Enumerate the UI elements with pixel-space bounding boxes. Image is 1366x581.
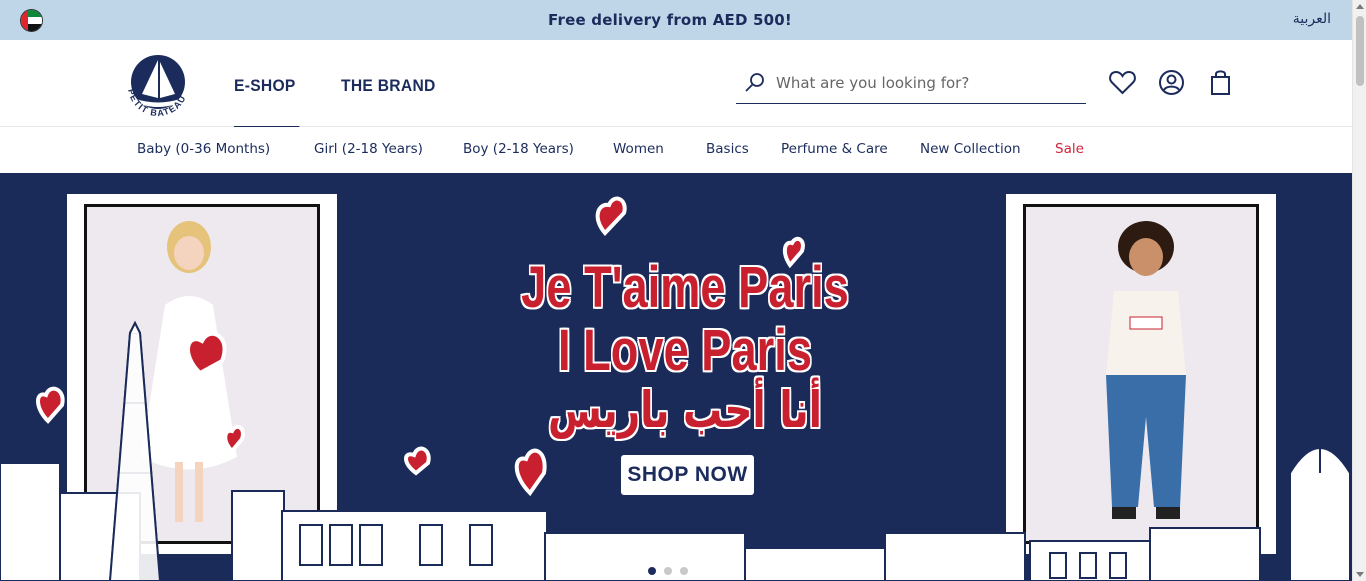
heart-icon[interactable] (1108, 68, 1137, 97)
user-icon[interactable] (1157, 68, 1186, 97)
nav-the-brand[interactable]: THE BRAND (341, 76, 436, 96)
nav-eshop[interactable]: E-SHOP (234, 76, 300, 128)
carousel-dot-2[interactable] (664, 567, 672, 575)
hero-banner[interactable]: Je T'aime Paris I Love Paris أنا أحب بار… (0, 173, 1352, 581)
category-sale[interactable]: Sale (1055, 141, 1084, 157)
scrollbar-thumb[interactable] (1356, 16, 1364, 86)
promo-message: Free delivery from AED 500! (548, 11, 792, 29)
carousel-dots (648, 567, 688, 575)
category-baby[interactable]: Baby (0-36 Months) (137, 141, 270, 157)
category-nav: Baby (0-36 Months) Girl (2-18 Years) Boy… (0, 127, 1352, 173)
hero-line-arabic: أنا أحب باريس (547, 381, 823, 439)
category-perfume-care[interactable]: Perfume & Care (781, 141, 888, 157)
shopping-bag-icon[interactable] (1206, 68, 1235, 97)
promo-bar: Free delivery from AED 500! العربية (0, 0, 1352, 40)
carousel-dot-1[interactable] (648, 567, 656, 575)
header-icons (1108, 68, 1235, 97)
carousel-dot-3[interactable] (680, 567, 688, 575)
shop-now-button[interactable]: SHOP NOW (621, 455, 754, 495)
category-new-collection[interactable]: New Collection (920, 141, 1021, 157)
main-nav: E-SHOP THE BRAND (234, 76, 444, 128)
category-boy[interactable]: Boy (2-18 Years) (463, 141, 574, 157)
category-women[interactable]: Women (613, 141, 664, 157)
category-girl[interactable]: Girl (2-18 Years) (314, 141, 423, 157)
language-switch-link[interactable]: العربية (1293, 11, 1331, 27)
petit-bateau-logo[interactable]: PETIT BATEAU (118, 48, 198, 120)
page-scrollbar[interactable] (1352, 0, 1366, 581)
site-header: PETIT BATEAU E-SHOP THE BRAND (0, 40, 1352, 128)
search-input[interactable] (776, 70, 1076, 96)
scroll-down-icon[interactable] (1356, 572, 1364, 577)
hero-headline: Je T'aime Paris I Love Paris أنا أحب بار… (494, 256, 876, 438)
scroll-up-icon[interactable] (1356, 4, 1364, 9)
hero-line-french: Je T'aime Paris (521, 255, 849, 320)
search-icon[interactable] (744, 72, 766, 98)
hero-line-english: I Love Paris (558, 318, 812, 383)
category-basics[interactable]: Basics (706, 141, 749, 157)
search-box (736, 64, 1086, 104)
